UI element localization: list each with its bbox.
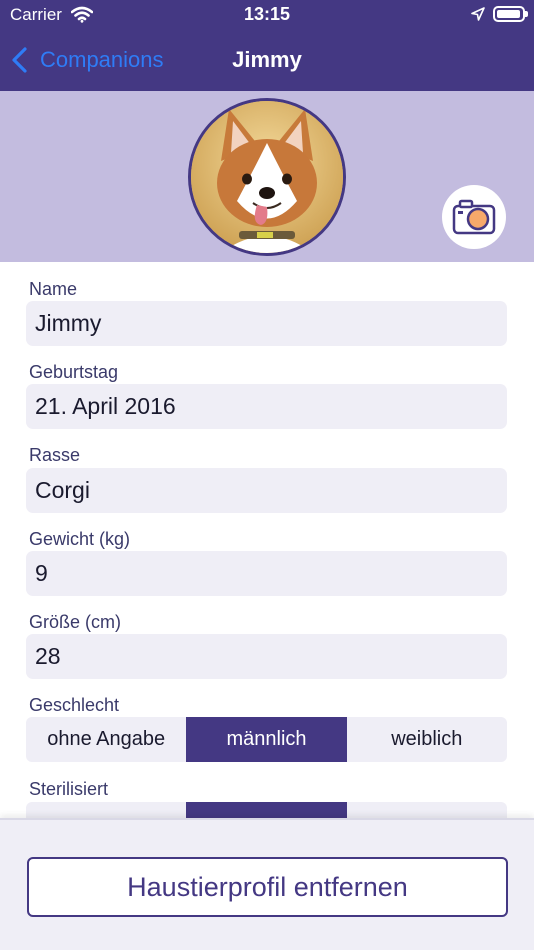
remove-profile-button[interactable]: Haustierprofil entfernen <box>27 857 508 917</box>
status-time: 13:15 <box>243 4 291 24</box>
height-label: Größe (cm) <box>29 612 121 632</box>
profile-form: Name Jimmy Geburtstag 21. April 2016 Ras… <box>0 262 534 818</box>
name-label: Name <box>29 279 78 299</box>
navigation-bar: Carrier 13:15 Companions Jimmy <box>0 0 534 91</box>
neutered-label: Sterilisiert <box>29 779 109 799</box>
neutered-option-other[interactable] <box>347 802 507 818</box>
gender-option-unspecified[interactable]: ohne Angabe <box>26 717 186 762</box>
change-photo-button[interactable] <box>442 185 506 249</box>
gender-segmented-control: ohne Angabe männlich weiblich <box>26 717 507 762</box>
page-title: Jimmy <box>232 47 302 72</box>
dog-photo <box>191 101 343 253</box>
bottom-toolbar: Haustierprofil entfernen <box>0 818 534 950</box>
camera-icon <box>452 199 496 235</box>
gender-option-male[interactable]: männlich <box>186 717 347 762</box>
gender-label: Geschlecht <box>29 695 120 715</box>
breed-label: Rasse <box>29 445 81 465</box>
weight-label: Gewicht (kg) <box>29 529 131 549</box>
avatar[interactable] <box>188 98 346 256</box>
height-field[interactable]: 28 <box>26 634 507 679</box>
profile-header <box>0 91 534 262</box>
neutered-option-selected[interactable] <box>186 802 347 818</box>
breed-field[interactable]: Corgi <box>26 468 507 513</box>
weight-field[interactable]: 9 <box>26 551 507 596</box>
battery-icon <box>493 6 528 22</box>
neutered-option-unspecified[interactable] <box>26 802 186 818</box>
location-arrow-icon <box>471 7 485 21</box>
status-bar: Carrier 13:15 <box>0 0 534 30</box>
birthday-field[interactable]: 21. April 2016 <box>26 384 507 429</box>
birthday-label: Geburtstag <box>29 362 119 382</box>
gender-option-female[interactable]: weiblich <box>347 717 507 762</box>
neutered-segmented-control <box>26 802 507 818</box>
name-field[interactable]: Jimmy <box>26 301 507 346</box>
